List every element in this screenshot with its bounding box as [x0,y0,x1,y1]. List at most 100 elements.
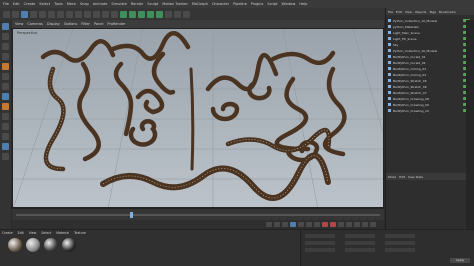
menu-item[interactable]: Animate [93,2,108,6]
scale-key-icon[interactable] [354,222,360,227]
snap-icon[interactable] [2,83,9,90]
record-icon[interactable] [322,222,328,227]
object-row[interactable]: python_Materials [388,24,470,29]
object-row[interactable]: Python_Collection_10_Models [388,18,470,23]
object-row[interactable]: BallPython_Stretch_05 [388,78,470,83]
viewport-menu-item[interactable]: View [15,22,23,26]
rotation-b-field[interactable] [385,248,415,252]
menu-item[interactable]: Help [299,2,307,6]
workplane-icon[interactable] [2,93,9,100]
object-menu-item[interactable]: Bookmarks [439,10,456,14]
position-z-field[interactable] [305,248,335,252]
material-swatch[interactable] [62,238,76,252]
pen-icon[interactable] [129,10,136,18]
tweak-icon[interactable] [2,153,9,160]
axis-y-icon[interactable] [66,10,73,18]
viewport[interactable]: Perspective [12,28,384,208]
autokey-icon[interactable] [330,222,336,227]
menu-item[interactable]: Motion Tracker [162,2,188,6]
object-row[interactable]: BallPython_Stretch_07 [388,90,470,95]
move-icon[interactable] [30,10,37,18]
menu-item[interactable]: Edit [13,2,20,6]
position-y-field[interactable] [305,241,335,245]
undo-icon[interactable] [3,10,10,18]
lock-workplane-icon[interactable] [2,103,9,110]
size-y-field[interactable] [345,241,375,245]
viewport-menu-item[interactable]: ProRender [107,22,125,26]
edge-mode-icon[interactable] [2,53,9,60]
deformer-icon[interactable] [156,10,163,18]
attribute-tab[interactable]: Mode [388,175,396,179]
previous-frame-icon[interactable] [282,222,288,227]
object-row[interactable]: Light_Fill_Scene [388,36,470,41]
planar-workplane-icon[interactable] [2,113,9,120]
object-menu-item[interactable]: Objects [415,10,426,14]
menu-item[interactable]: Create [24,2,36,6]
menu-item[interactable]: Simulate [111,2,126,6]
material-swatch[interactable] [26,238,40,252]
menu-item[interactable]: Pipeline [233,2,247,6]
subdivision-icon[interactable] [138,10,145,18]
viewport-menu-item[interactable]: Panel [94,22,103,26]
render-view-icon[interactable] [93,10,100,18]
viewport-menu-item[interactable]: Cameras [27,22,43,26]
object-row[interactable]: BallPython_Coiling_03 [388,66,470,71]
attribute-tab[interactable]: User Data [408,175,423,179]
material-menu-item[interactable]: View [29,231,37,235]
menu-item[interactable]: Plugins [251,2,264,6]
model-mode-icon[interactable] [2,23,9,30]
object-row[interactable]: Python_Collection_10_Models [388,48,470,53]
object-row[interactable]: BallPython_Curled_02 [388,60,470,65]
viewport-solo-icon[interactable] [2,133,9,140]
axis-x-icon[interactable] [57,10,64,18]
axis-mode-icon[interactable] [2,73,9,80]
light-icon[interactable] [183,10,190,18]
menu-item[interactable]: Sculpt [147,2,158,6]
material-menu-item[interactable]: Select [41,231,51,235]
attribute-tab[interactable]: Edit [399,175,405,179]
rotation-p-field[interactable] [385,241,415,245]
object-row[interactable]: BallPython_Stretch_06 [388,84,470,89]
rotate-icon[interactable] [48,10,55,18]
material-menu-item[interactable]: Texture [74,231,86,235]
texture-mode-icon[interactable] [2,33,9,40]
menu-item[interactable]: Tools [54,2,63,6]
size-z-field[interactable] [345,248,375,252]
camera-icon[interactable] [174,10,181,18]
menu-item[interactable]: Script [267,2,277,6]
rotation-h-field[interactable] [385,234,415,238]
menu-item[interactable]: Character [212,2,229,6]
object-row[interactable]: BallPython_Crawling_09 [388,102,470,107]
rotation-key-icon[interactable] [362,222,368,227]
viewport-menu-item[interactable]: Display [47,22,60,26]
menu-item[interactable]: File [3,2,9,6]
floor-icon[interactable] [165,10,172,18]
object-row[interactable]: BallPython_Crawling_10 [388,108,470,113]
next-frame-icon[interactable] [298,222,304,227]
scale-icon[interactable] [39,10,46,18]
size-x-field[interactable] [345,234,375,238]
material-swatch[interactable] [8,238,22,252]
redo-icon[interactable] [12,10,19,18]
point-mode-icon[interactable] [2,43,9,50]
object-menu-item[interactable]: Tags [429,10,436,14]
array-icon[interactable] [147,10,154,18]
play-icon[interactable] [290,222,296,227]
material-menu-item[interactable]: Create [2,231,13,235]
position-key-icon[interactable] [346,222,352,227]
object-row[interactable]: BallPython_Curled_01 [388,54,470,59]
polygon-mode-icon[interactable] [2,63,9,70]
timeline[interactable] [12,208,384,220]
render-settings-icon[interactable] [111,10,118,18]
go-to-start-icon[interactable] [266,222,272,227]
viewport-menu-item[interactable]: Options [64,22,78,26]
menu-item[interactable]: Render [131,2,143,6]
menu-item[interactable]: Snap [80,2,89,6]
go-to-end-icon[interactable] [314,222,320,227]
object-row[interactable]: BallPython_Coiling_04 [388,72,470,77]
timeline-playhead[interactable] [130,212,133,218]
solo-icon[interactable] [2,123,9,130]
object-menu-item[interactable]: File [388,10,393,14]
menu-item[interactable]: MoGraph [192,2,208,6]
menu-item[interactable]: Select [39,2,50,6]
